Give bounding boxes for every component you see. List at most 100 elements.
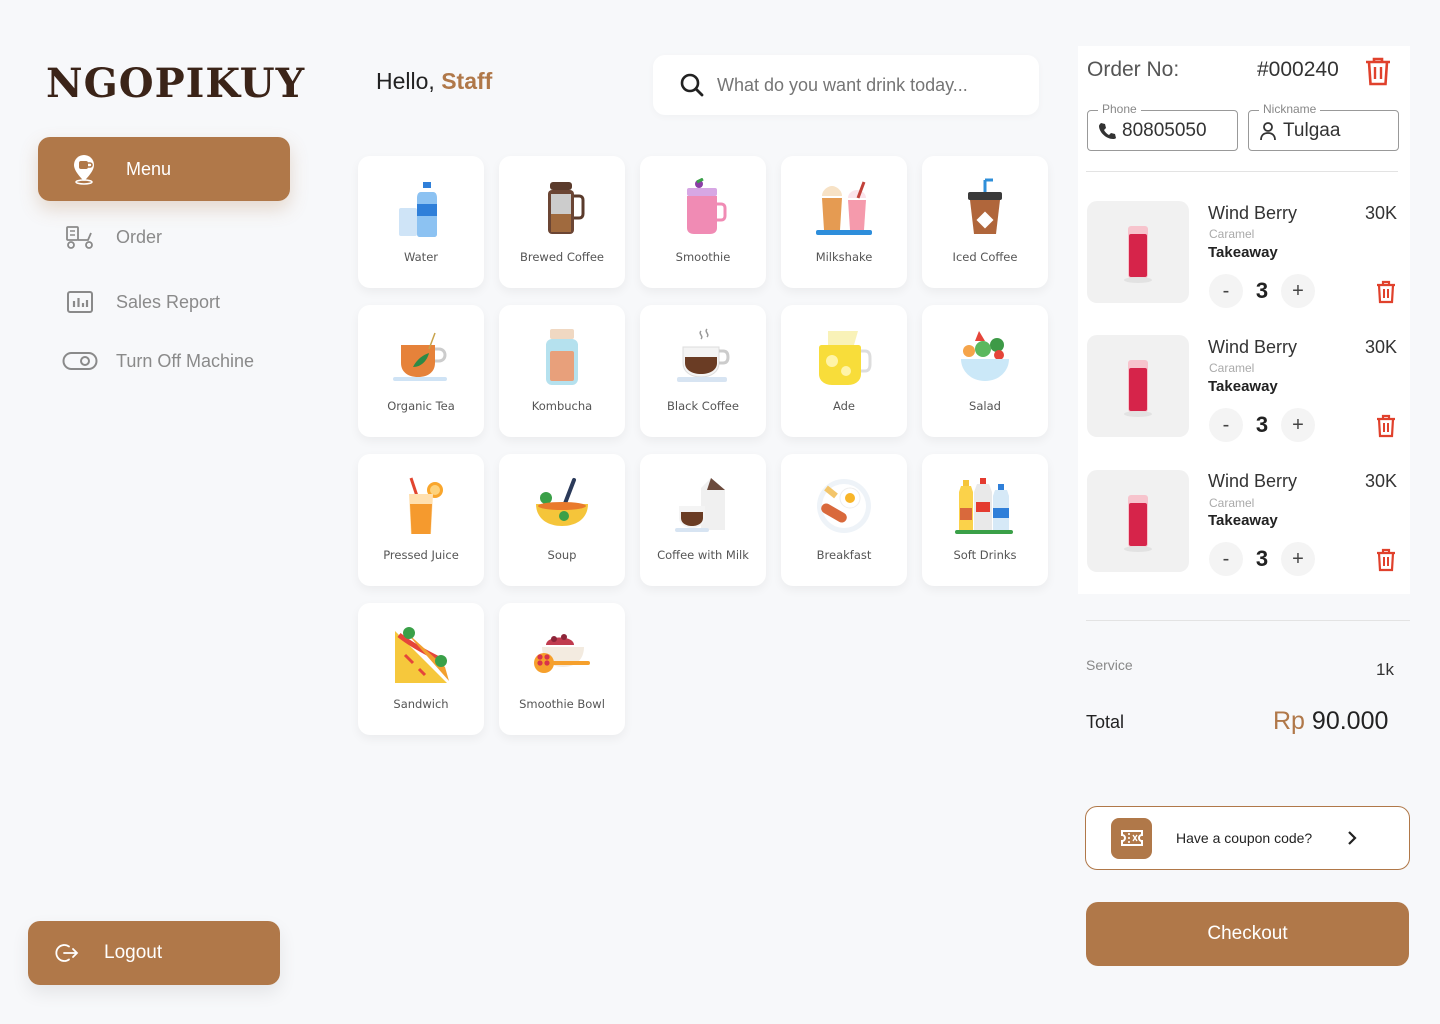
kombucha-jar-icon	[546, 329, 578, 385]
menu-item-pressed-juice[interactable]: Pressed Juice	[358, 454, 484, 586]
water-bottle-icon	[399, 182, 437, 237]
smoothie-jar-icon	[687, 178, 727, 234]
greeting-text: Hello,	[376, 68, 435, 94]
logout-icon	[54, 941, 80, 965]
decrease-qty-button[interactable]: -	[1209, 408, 1243, 442]
menu-item-label: Smoothie	[675, 250, 731, 264]
order-item-type: Takeaway	[1208, 512, 1278, 529]
order-item-name: Wind Berry	[1208, 203, 1298, 223]
menu-item-brewed-coffee[interactable]: Brewed Coffee	[499, 156, 625, 288]
menu-item-label: Kombucha	[531, 399, 593, 413]
service-label: Service	[1086, 657, 1133, 673]
coupon-button[interactable]: Have a coupon code?	[1085, 806, 1410, 870]
sidebar-item-menu[interactable]: Menu	[38, 137, 290, 201]
increase-qty-button[interactable]: +	[1281, 274, 1315, 308]
menu-item-sandwich[interactable]: Sandwich	[358, 603, 484, 735]
nickname-field[interactable]: Nickname Tulgaa	[1248, 102, 1399, 151]
clear-order-button[interactable]	[1363, 55, 1393, 92]
increase-qty-button[interactable]: +	[1281, 542, 1315, 576]
menu-item-label: Milkshake	[815, 250, 873, 264]
total-value: 90.000	[1311, 707, 1389, 735]
menu-item-coffee-with-milk[interactable]: Coffee with Milk	[640, 454, 766, 586]
order-number: #000240	[1257, 58, 1339, 81]
menu-item-soup[interactable]: Soup	[499, 454, 625, 586]
increase-qty-button[interactable]: +	[1281, 408, 1315, 442]
decrease-qty-button[interactable]: -	[1209, 542, 1243, 576]
chevron-right-icon	[1346, 830, 1358, 846]
sidebar-item-order[interactable]: Order	[38, 205, 290, 269]
tea-cup-icon	[393, 332, 447, 381]
menu-item-breakfast[interactable]: Breakfast	[781, 454, 907, 586]
sidebar-item-sales-report[interactable]: Sales Report	[38, 270, 290, 334]
menu-item-label: Ade	[832, 399, 856, 413]
quantity-value: 3	[1255, 278, 1269, 303]
order-item-type: Takeaway	[1208, 378, 1278, 395]
order-item-variant: Caramel	[1209, 227, 1255, 241]
smoothie-bowl-icon	[534, 634, 590, 673]
coffee-location-icon	[62, 147, 106, 191]
menu-item-label: Breakfast	[816, 548, 872, 562]
decrease-qty-button[interactable]: -	[1209, 274, 1243, 308]
nickname-label: Nickname	[1259, 102, 1321, 116]
coffee-milk-icon	[675, 478, 725, 532]
user-icon	[1259, 121, 1277, 141]
black-coffee-icon	[677, 328, 730, 382]
menu-item-label: Iced Coffee	[952, 250, 1018, 264]
menu-item-label: Sandwich	[393, 697, 449, 711]
phone-value: 80805050	[1122, 119, 1207, 141]
sandwich-icon	[395, 627, 449, 683]
menu-item-salad[interactable]: Salad	[922, 305, 1048, 437]
menu-item-soft-drinks[interactable]: Soft Drinks	[922, 454, 1048, 586]
remove-item-button[interactable]	[1375, 280, 1397, 309]
soup-bowl-icon	[536, 478, 588, 526]
breakfast-plate-icon	[817, 479, 871, 533]
menu-item-water[interactable]: Water	[358, 156, 484, 288]
menu-item-smoothie-bowl[interactable]: Smoothie Bowl	[499, 603, 625, 735]
coupon-icon	[1111, 817, 1152, 859]
menu-item-milkshake[interactable]: Milkshake	[781, 156, 907, 288]
logout-label: Logout	[104, 942, 163, 963]
brand-logo: NGOPIKUY	[46, 60, 306, 107]
menu-item-iced-coffee[interactable]: Iced Coffee	[922, 156, 1048, 288]
order-item-name: Wind Berry	[1208, 337, 1298, 357]
remove-item-button[interactable]	[1375, 414, 1397, 443]
menu-item-label: Brewed Coffee	[519, 250, 604, 264]
menu-item-label: Soup	[547, 548, 577, 562]
order-item-type: Takeaway	[1208, 244, 1278, 261]
menu-item-label: Soft Drinks	[953, 548, 1017, 562]
total-amount: Rp 90.000	[1273, 707, 1388, 736]
divider	[1086, 171, 1398, 172]
user-name: Staff	[441, 68, 493, 94]
phone-label: Phone	[1098, 102, 1141, 116]
checkout-button[interactable]: Checkout	[1086, 902, 1409, 966]
toggle-icon	[58, 339, 102, 383]
menu-item-ade[interactable]: Ade	[781, 305, 907, 437]
phone-icon	[1098, 122, 1116, 140]
menu-item-kombucha[interactable]: Kombucha	[499, 305, 625, 437]
currency: Rp	[1273, 707, 1305, 735]
menu-item-black-coffee[interactable]: Black Coffee	[640, 305, 766, 437]
sidebar-item-label: Sales Report	[116, 291, 221, 312]
greeting: Hello, Staff	[376, 68, 492, 95]
logout-button[interactable]: Logout	[28, 921, 280, 985]
quantity-value: 3	[1255, 546, 1269, 571]
total-label: Total	[1086, 712, 1125, 732]
phone-field[interactable]: Phone 80805050	[1087, 102, 1238, 151]
order-number-label: Order No:	[1087, 58, 1180, 81]
search-input[interactable]	[717, 74, 1017, 96]
menu-item-organic-tea[interactable]: Organic Tea	[358, 305, 484, 437]
order-item-name: Wind Berry	[1208, 471, 1298, 491]
menu-item-smoothie[interactable]: Smoothie	[640, 156, 766, 288]
sidebar-item-label: Order	[116, 226, 163, 247]
remove-item-button[interactable]	[1375, 548, 1397, 577]
service-value: 1k	[1376, 660, 1394, 679]
trash-icon	[1366, 57, 1390, 86]
order-item-variant: Caramel	[1209, 361, 1255, 375]
iced-coffee-icon	[968, 178, 1002, 234]
menu-item-label: Black Coffee	[667, 399, 739, 413]
search-bar[interactable]	[653, 55, 1039, 115]
menu-item-label: Smoothie Bowl	[519, 697, 605, 711]
sidebar-item-turn-off-machine[interactable]: Turn Off Machine	[38, 329, 290, 393]
trash-icon	[1377, 548, 1395, 572]
quantity-stepper: - 3 +	[1209, 408, 1315, 442]
